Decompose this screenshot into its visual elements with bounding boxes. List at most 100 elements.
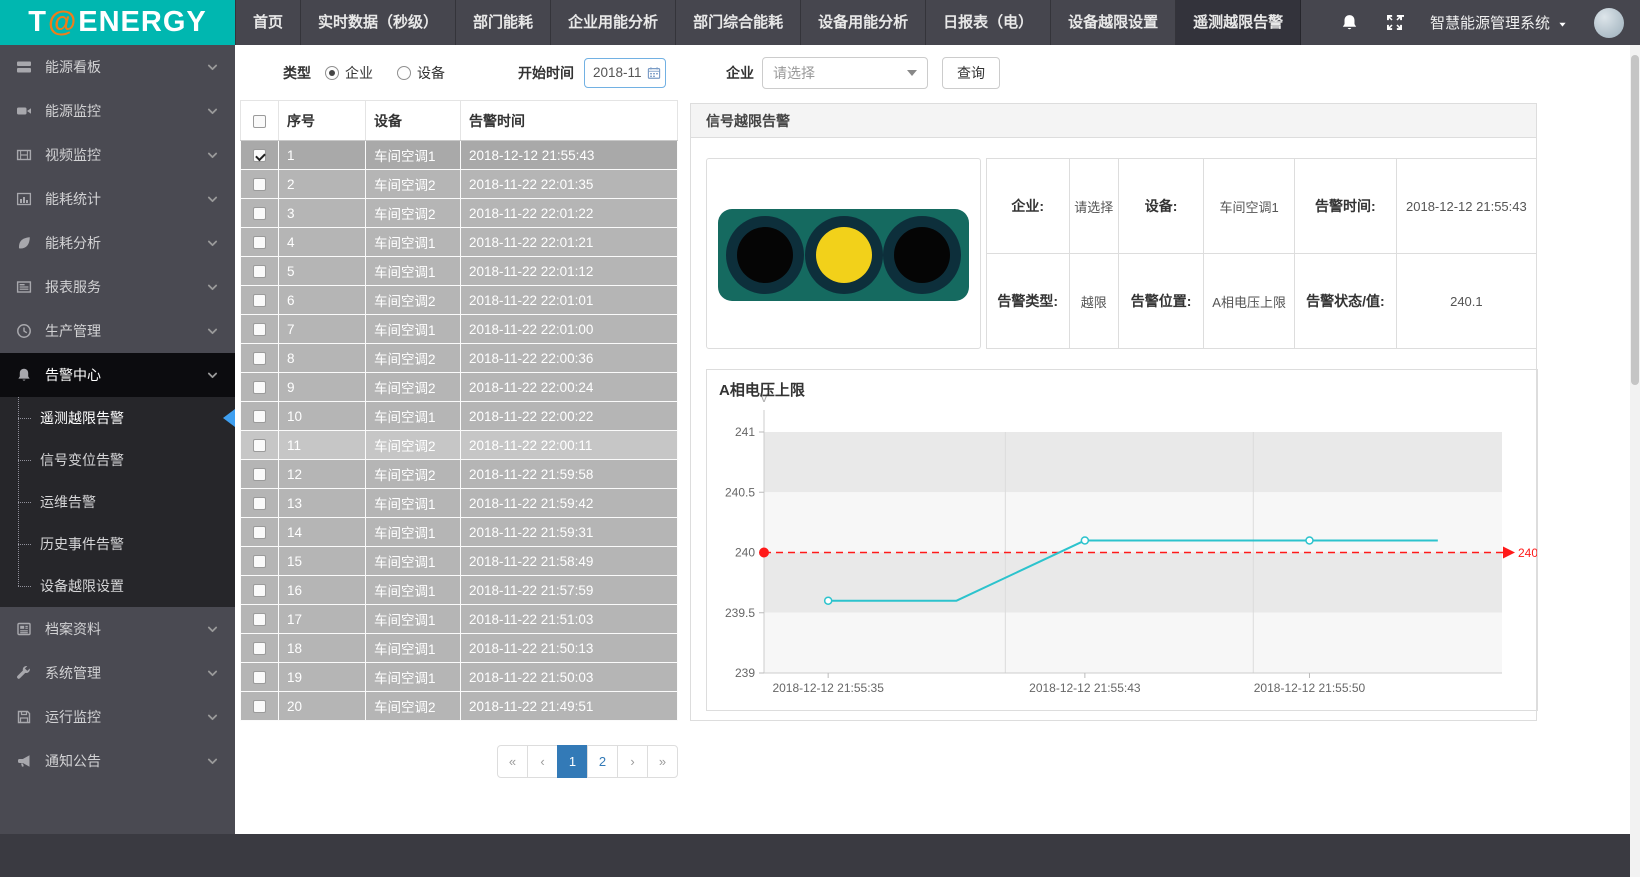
sidebar-item[interactable]: 系统管理 <box>0 651 235 695</box>
page-button[interactable]: 2 <box>587 745 618 778</box>
nav-item[interactable]: 日报表（电） <box>926 0 1051 45</box>
table-row[interactable]: 13车间空调12018-11-22 21:59:42 <box>241 489 678 518</box>
row-checkbox[interactable] <box>253 236 266 249</box>
scrollbar-thumb[interactable] <box>1631 55 1639 385</box>
table-row[interactable]: 15车间空调12018-11-22 21:58:49 <box>241 547 678 576</box>
sidebar-item[interactable]: 通知公告 <box>0 739 235 783</box>
table-row[interactable]: 19车间空调12018-11-22 21:50:03 <box>241 663 678 692</box>
sidebar-subitem[interactable]: 信号变位告警 <box>0 439 235 481</box>
table-row[interactable]: 11车间空调22018-11-22 22:00:11 <box>241 431 678 460</box>
nav-item[interactable]: 设备越限设置 <box>1051 0 1176 45</box>
table-row[interactable]: 5车间空调12018-11-22 22:01:12 <box>241 257 678 286</box>
row-checkbox[interactable] <box>253 468 266 481</box>
traffic-light <box>718 209 969 301</box>
sidebar-item[interactable]: 能耗统计 <box>0 177 235 221</box>
traffic-lamp-ring <box>726 216 804 294</box>
sidebar-item[interactable]: 生产管理 <box>0 309 235 353</box>
row-checkbox[interactable] <box>253 178 266 191</box>
nav-item[interactable]: 部门能耗 <box>456 0 551 45</box>
nav-item[interactable]: 遥测越限告警 <box>1176 0 1301 45</box>
row-checkbox[interactable] <box>253 410 266 423</box>
table-row[interactable]: 1车间空调12018-12-12 21:55:43 <box>241 141 678 170</box>
row-checkbox[interactable] <box>253 497 266 510</box>
query-button[interactable]: 查询 <box>942 57 1000 89</box>
row-checkbox[interactable] <box>253 381 266 394</box>
company-label: 企业 <box>726 63 754 83</box>
calendar-icon[interactable] <box>647 66 661 80</box>
table-row[interactable]: 8车间空调22018-11-22 22:00:36 <box>241 344 678 373</box>
page-button[interactable]: ‹ <box>527 745 558 778</box>
sidebar-item[interactable]: 能源监控 <box>0 89 235 133</box>
row-checkbox[interactable] <box>253 439 266 452</box>
bell-icon[interactable] <box>1340 13 1359 32</box>
sidebar-item[interactable]: 视频监控 <box>0 133 235 177</box>
tree-leader <box>18 586 31 587</box>
nav-item[interactable]: 实时数据（秒级） <box>301 0 456 45</box>
sidebar-subitem[interactable]: 设备越限设置 <box>0 565 235 607</box>
table-row[interactable]: 17车间空调12018-11-22 21:51:03 <box>241 605 678 634</box>
sidebar-item[interactable]: 档案资料 <box>0 607 235 651</box>
row-device: 车间空调2 <box>366 170 461 199</box>
radio-company[interactable] <box>325 66 339 80</box>
system-menu[interactable]: 智慧能源管理系统 <box>1430 12 1568 33</box>
sidebar-subitem[interactable]: 运维告警 <box>0 481 235 523</box>
radio-device[interactable] <box>397 66 411 80</box>
page-button[interactable]: » <box>647 745 678 778</box>
row-checkbox[interactable] <box>253 323 266 336</box>
row-alarm-time: 2018-11-22 22:01:00 <box>461 315 678 344</box>
traffic-lamp <box>894 227 950 283</box>
row-checkbox[interactable] <box>253 613 266 626</box>
system-name: 智慧能源管理系统 <box>1430 12 1550 33</box>
row-checkbox[interactable] <box>253 584 266 597</box>
row-checkbox[interactable] <box>253 526 266 539</box>
table-row[interactable]: 6车间空调22018-11-22 22:01:01 <box>241 286 678 315</box>
table-row[interactable]: 20车间空调22018-11-22 21:49:51 <box>241 692 678 721</box>
tree-leader <box>18 418 31 419</box>
sidebar-item[interactable]: 能耗分析 <box>0 221 235 265</box>
table-row[interactable]: 14车间空调12018-11-22 21:59:31 <box>241 518 678 547</box>
row-alarm-time: 2018-12-12 21:55:43 <box>461 141 678 170</box>
fullscreen-icon[interactable] <box>1385 13 1404 32</box>
row-checkbox[interactable] <box>253 352 266 365</box>
vertical-scrollbar[interactable] <box>1630 45 1640 877</box>
table-row[interactable]: 10车间空调12018-11-22 22:00:22 <box>241 402 678 431</box>
table-row[interactable]: 4车间空调12018-11-22 22:01:21 <box>241 228 678 257</box>
page-button[interactable]: 1 <box>557 745 588 778</box>
row-checkbox[interactable] <box>253 671 266 684</box>
row-checkbox[interactable] <box>253 642 266 655</box>
row-checkbox[interactable] <box>253 700 266 713</box>
nav-item[interactable]: 首页 <box>235 0 301 45</box>
row-checkbox[interactable] <box>253 149 266 162</box>
row-checkbox[interactable] <box>253 207 266 220</box>
table-row[interactable]: 7车间空调12018-11-22 22:01:00 <box>241 315 678 344</box>
row-checkbox[interactable] <box>253 294 266 307</box>
select-all-checkbox[interactable] <box>253 115 266 128</box>
table-row[interactable]: 18车间空调12018-11-22 21:50:13 <box>241 634 678 663</box>
table-row[interactable]: 16车间空调12018-11-22 21:57:59 <box>241 576 678 605</box>
page-button[interactable]: « <box>497 745 528 778</box>
sidebar-item[interactable]: 能源看板 <box>0 45 235 89</box>
sidebar-subitem[interactable]: 历史事件告警 <box>0 523 235 565</box>
table-row[interactable]: 3车间空调22018-11-22 22:01:22 <box>241 199 678 228</box>
nav-item[interactable]: 企业用能分析 <box>551 0 676 45</box>
row-number: 19 <box>279 663 366 692</box>
sidebar-subitem[interactable]: 遥测越限告警 <box>0 397 235 439</box>
chevron-down-icon <box>206 105 219 118</box>
table-row[interactable]: 2车间空调22018-11-22 22:01:35 <box>241 170 678 199</box>
sidebar-item[interactable]: 报表服务 <box>0 265 235 309</box>
row-number: 12 <box>279 460 366 489</box>
table-row[interactable]: 12车间空调22018-11-22 21:59:58 <box>241 460 678 489</box>
nav-item[interactable]: 部门综合能耗 <box>676 0 801 45</box>
table-row[interactable]: 9车间空调22018-11-22 22:00:24 <box>241 373 678 402</box>
chevron-down-icon <box>206 711 219 724</box>
sidebar-item[interactable]: 告警中心 <box>0 353 235 397</box>
signal-alarm-panel: 信号越限告警 企业: 请选择 设备: 车间空调1 告警时间: 2018-12-1… <box>690 103 1537 721</box>
row-checkbox[interactable] <box>253 265 266 278</box>
page-button[interactable]: › <box>617 745 648 778</box>
row-checkbox[interactable] <box>253 555 266 568</box>
nav-item[interactable]: 设备用能分析 <box>801 0 926 45</box>
company-select[interactable]: 请选择 <box>762 57 928 89</box>
column-header: 设备 <box>366 101 461 141</box>
avatar[interactable] <box>1594 8 1624 38</box>
sidebar-item[interactable]: 运行监控 <box>0 695 235 739</box>
